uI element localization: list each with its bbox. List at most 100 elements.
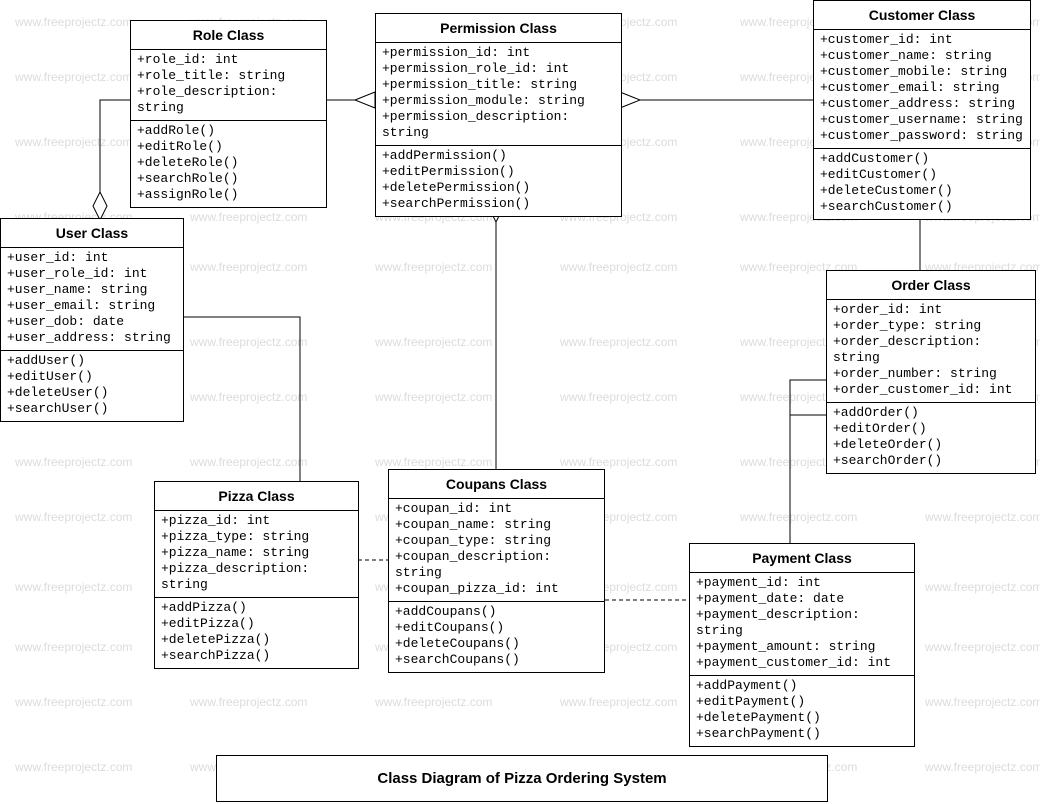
attr: +order_customer_id: int — [833, 382, 1029, 398]
class-title: Customer Class — [814, 1, 1030, 30]
attr: +coupan_pizza_id: int — [395, 581, 598, 597]
attr: +order_type: string — [833, 318, 1029, 334]
op: +addUser() — [7, 353, 177, 369]
op: +editOrder() — [833, 421, 1029, 437]
op: +addCustomer() — [820, 151, 1024, 167]
op: +deletePermission() — [382, 180, 615, 196]
attr: +permission_description: string — [382, 109, 615, 141]
class-title: Pizza Class — [155, 482, 358, 511]
attr: +customer_name: string — [820, 48, 1024, 64]
attr: +permission_id: int — [382, 45, 615, 61]
attr: +payment_id: int — [696, 575, 908, 591]
attr: +user_id: int — [7, 250, 177, 266]
attr: +pizza_type: string — [161, 529, 352, 545]
class-attrs: +coupan_id: int +coupan_name: string +co… — [389, 499, 604, 602]
attr: +customer_username: string — [820, 112, 1024, 128]
op: +assignRole() — [137, 187, 320, 203]
attr: +permission_module: string — [382, 93, 615, 109]
attr: +customer_mobile: string — [820, 64, 1024, 80]
attr: +user_dob: date — [7, 314, 177, 330]
attr: +payment_date: date — [696, 591, 908, 607]
class-attrs: +permission_id: int +permission_role_id:… — [376, 43, 621, 146]
class-role: Role Class +role_id: int +role_title: st… — [130, 20, 327, 208]
op: +searchRole() — [137, 171, 320, 187]
class-ops: +addCoupans() +editCoupans() +deleteCoup… — [389, 602, 604, 672]
op: +searchCustomer() — [820, 199, 1024, 215]
op: +deleteOrder() — [833, 437, 1029, 453]
attr: +payment_description: string — [696, 607, 908, 639]
class-attrs: +user_id: int +user_role_id: int +user_n… — [1, 248, 183, 351]
op: +searchPermission() — [382, 196, 615, 212]
attr: +user_email: string — [7, 298, 177, 314]
class-title: Role Class — [131, 21, 326, 50]
class-title: Payment Class — [690, 544, 914, 573]
op: +addOrder() — [833, 405, 1029, 421]
class-ops: +addPizza() +editPizza() +deletePizza() … — [155, 598, 358, 668]
op: +searchCoupans() — [395, 652, 598, 668]
class-title: Order Class — [827, 271, 1035, 300]
op: +deleteRole() — [137, 155, 320, 171]
class-attrs: +order_id: int +order_type: string +orde… — [827, 300, 1035, 403]
op: +addCoupans() — [395, 604, 598, 620]
op: +addPizza() — [161, 600, 352, 616]
class-ops: +addPermission() +editPermission() +dele… — [376, 146, 621, 216]
op: +deleteUser() — [7, 385, 177, 401]
class-attrs: +pizza_id: int +pizza_type: string +pizz… — [155, 511, 358, 598]
class-order: Order Class +order_id: int +order_type: … — [826, 270, 1036, 474]
attr: +coupan_type: string — [395, 533, 598, 549]
class-pizza: Pizza Class +pizza_id: int +pizza_type: … — [154, 481, 359, 669]
attr: +pizza_name: string — [161, 545, 352, 561]
op: +deleteCustomer() — [820, 183, 1024, 199]
attr: +customer_password: string — [820, 128, 1024, 144]
attr: +role_title: string — [137, 68, 320, 84]
attr: +pizza_id: int — [161, 513, 352, 529]
op: +editPermission() — [382, 164, 615, 180]
attr: +payment_amount: string — [696, 639, 908, 655]
attr: +role_description: string — [137, 84, 320, 116]
attr: +customer_address: string — [820, 96, 1024, 112]
attr: +user_role_id: int — [7, 266, 177, 282]
class-user: User Class +user_id: int +user_role_id: … — [0, 218, 184, 422]
class-payment: Payment Class +payment_id: int +payment_… — [689, 543, 915, 747]
op: +addPermission() — [382, 148, 615, 164]
op: +deletePizza() — [161, 632, 352, 648]
op: +editPizza() — [161, 616, 352, 632]
class-attrs: +role_id: int +role_title: string +role_… — [131, 50, 326, 121]
class-title: Permission Class — [376, 14, 621, 43]
attr: +pizza_description: string — [161, 561, 352, 593]
class-ops: +addRole() +editRole() +deleteRole() +se… — [131, 121, 326, 207]
attr: +user_name: string — [7, 282, 177, 298]
op: +searchUser() — [7, 401, 177, 417]
op: +searchPayment() — [696, 726, 908, 742]
op: +searchOrder() — [833, 453, 1029, 469]
op: +editPayment() — [696, 694, 908, 710]
op: +addPayment() — [696, 678, 908, 694]
attr: +permission_title: string — [382, 77, 615, 93]
op: +deleteCoupans() — [395, 636, 598, 652]
attr: +payment_customer_id: int — [696, 655, 908, 671]
op: +searchPizza() — [161, 648, 352, 664]
attr: +customer_id: int — [820, 32, 1024, 48]
class-coupans: Coupans Class +coupan_id: int +coupan_na… — [388, 469, 605, 673]
attr: +user_address: string — [7, 330, 177, 346]
attr: +role_id: int — [137, 52, 320, 68]
attr: +coupan_name: string — [395, 517, 598, 533]
attr: +order_number: string — [833, 366, 1029, 382]
class-customer: Customer Class +customer_id: int +custom… — [813, 0, 1031, 220]
class-title: User Class — [1, 219, 183, 248]
attr: +order_id: int — [833, 302, 1029, 318]
class-ops: +addPayment() +editPayment() +deletePaym… — [690, 676, 914, 746]
op: +editCustomer() — [820, 167, 1024, 183]
op: +editRole() — [137, 139, 320, 155]
class-ops: +addUser() +editUser() +deleteUser() +se… — [1, 351, 183, 421]
attr: +customer_email: string — [820, 80, 1024, 96]
attr: +coupan_description: string — [395, 549, 598, 581]
op: +addRole() — [137, 123, 320, 139]
attr: +permission_role_id: int — [382, 61, 615, 77]
attr: +coupan_id: int — [395, 501, 598, 517]
op: +deletePayment() — [696, 710, 908, 726]
diagram-title: Class Diagram of Pizza Ordering System — [216, 755, 828, 802]
class-attrs: +payment_id: int +payment_date: date +pa… — [690, 573, 914, 676]
class-permission: Permission Class +permission_id: int +pe… — [375, 13, 622, 217]
class-ops: +addOrder() +editOrder() +deleteOrder() … — [827, 403, 1035, 473]
